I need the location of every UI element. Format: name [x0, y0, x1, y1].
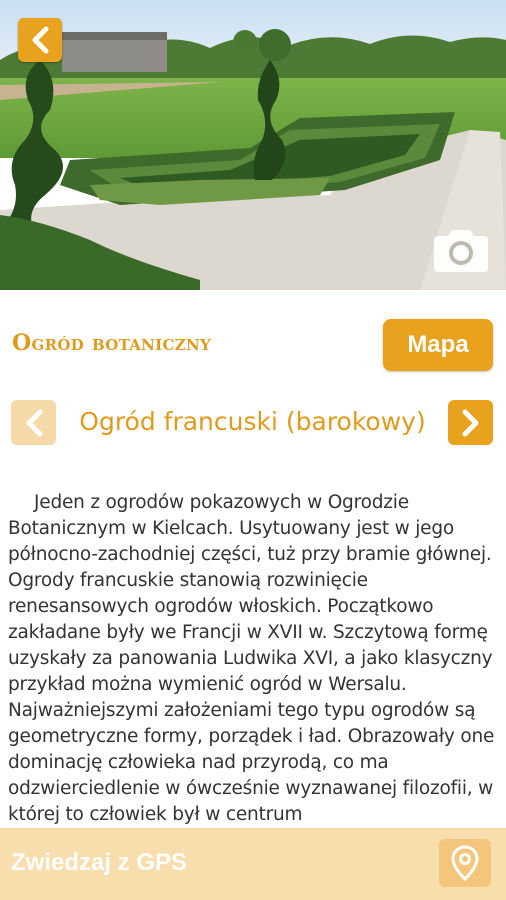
gps-button[interactable] — [439, 839, 491, 887]
gps-label: Zwiedzaj z GPS — [11, 849, 188, 876]
gallery-button[interactable] — [430, 226, 492, 276]
chevron-left-icon — [32, 26, 49, 54]
map-button[interactable]: Mapa — [383, 319, 493, 371]
chevron-right-icon — [462, 409, 478, 436]
gps-bar[interactable]: Zwiedzaj z GPS — [0, 828, 506, 900]
next-button[interactable] — [448, 400, 493, 445]
description-text: Jeden z ogrodów pokazowych w Ogrodzie Bo… — [8, 492, 495, 825]
chevron-left-icon — [26, 409, 42, 436]
previous-button[interactable] — [11, 400, 56, 445]
back-button[interactable] — [18, 18, 62, 62]
section-subtitle: Ogród francuski (barokowy) — [79, 407, 426, 436]
location-pin-icon — [451, 845, 479, 881]
hero-photo — [0, 0, 506, 290]
page-title: Ogród botaniczny — [12, 330, 212, 356]
camera-icon — [434, 230, 488, 272]
